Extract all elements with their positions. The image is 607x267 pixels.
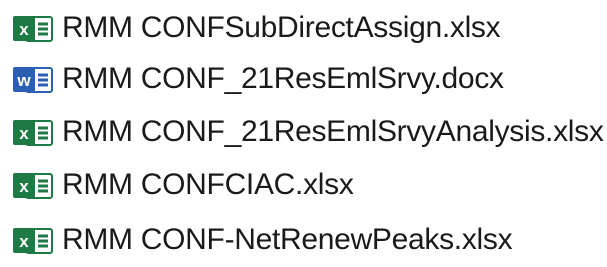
svg-text:x: x bbox=[19, 177, 29, 196]
svg-text:x: x bbox=[19, 20, 29, 39]
file-list: x RMM CONFSubDirectAssign.xlsx w RMM CON… bbox=[0, 0, 607, 267]
svg-text:x: x bbox=[19, 232, 29, 251]
excel-file-icon: x bbox=[12, 171, 54, 201]
svg-text:x: x bbox=[19, 124, 29, 143]
word-file-icon: w bbox=[12, 65, 54, 95]
file-item[interactable]: x RMM CONF-NetRenewPeaks.xlsx bbox=[0, 218, 607, 262]
file-name: RMM CONF-NetRenewPeaks.xlsx bbox=[62, 223, 513, 256]
file-name: RMM CONF_21ResEmlSrvy.docx bbox=[62, 62, 504, 95]
file-item[interactable]: x RMM CONF_21ResEmlSrvyAnalysis.xlsx bbox=[0, 110, 607, 154]
file-name: RMM CONF_21ResEmlSrvyAnalysis.xlsx bbox=[62, 115, 604, 148]
file-name: RMM CONFCIAC.xlsx bbox=[62, 168, 354, 201]
svg-text:w: w bbox=[16, 71, 31, 90]
file-item[interactable]: x RMM CONFCIAC.xlsx bbox=[0, 163, 607, 207]
excel-file-icon: x bbox=[12, 118, 54, 148]
file-name: RMM CONFSubDirectAssign.xlsx bbox=[62, 11, 501, 44]
excel-file-icon: x bbox=[12, 14, 54, 44]
file-item[interactable]: x RMM CONFSubDirectAssign.xlsx bbox=[0, 6, 607, 50]
file-item[interactable]: w RMM CONF_21ResEmlSrvy.docx bbox=[0, 57, 607, 101]
excel-file-icon: x bbox=[12, 226, 54, 256]
